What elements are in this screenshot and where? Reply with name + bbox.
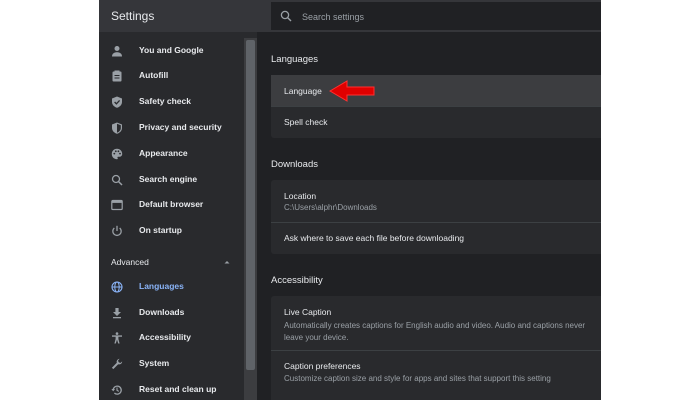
live-caption-row[interactable]: Live Caption Automatically creates capti…	[271, 296, 601, 348]
sidebar-item-label: Privacy and security	[139, 122, 222, 132]
sidebar-item-label: Safety check	[139, 96, 191, 106]
restore-icon	[111, 385, 122, 395]
top-bar: Settings	[99, 0, 601, 32]
sidebar-item-accessibility[interactable]: Accessibility	[99, 327, 244, 349]
sidebar-item-label: You and Google	[139, 45, 204, 55]
clipboard-icon	[112, 70, 122, 82]
sidebar-item-label: Reset and clean up	[139, 384, 217, 394]
languages-card: Language Spell check	[271, 75, 601, 138]
sidebar-item-appearance[interactable]: Appearance	[99, 143, 244, 165]
wrench-icon	[111, 358, 123, 370]
red-arrow-annotation-icon	[329, 80, 375, 102]
advanced-section-toggle[interactable]: Advanced	[99, 252, 244, 272]
spell-check-row-label: Spell check	[284, 117, 328, 127]
download-location-row[interactable]: Location C:\Users\alphr\Downloads	[271, 180, 601, 222]
caption-preferences-row[interactable]: Caption preferences Customize caption si…	[271, 351, 601, 391]
globe-icon	[111, 281, 123, 293]
sidebar-item-on-startup[interactable]: On startup	[99, 220, 244, 242]
search-input[interactable]	[300, 5, 584, 29]
sidebar-item-label: Languages	[139, 281, 184, 291]
palette-icon	[111, 148, 123, 160]
settings-window: Settings You and Google Autofill Safety …	[99, 0, 601, 400]
search-icon	[111, 174, 123, 186]
sidebar-item-autofill[interactable]: Autofill	[99, 65, 244, 87]
language-row-label: Language	[284, 86, 322, 96]
sidebar-item-languages[interactable]: Languages	[99, 276, 244, 298]
section-title-languages: Languages	[271, 54, 319, 65]
caption-preferences-label: Caption preferences	[284, 361, 361, 371]
sidebar-item-label: System	[139, 358, 170, 368]
search-box[interactable]	[271, 2, 601, 30]
accessibility-icon	[112, 332, 122, 344]
sidebar-item-label: Appearance	[139, 148, 188, 158]
sidebar-item-label: On startup	[139, 225, 182, 235]
sidebar-item-system[interactable]: System	[99, 353, 244, 375]
settings-main-panel: Languages Language Spell check Downloads…	[257, 32, 601, 400]
downloads-card: Location C:\Users\alphr\Downloads Ask wh…	[271, 180, 601, 254]
sidebar-item-privacy-and-security[interactable]: Privacy and security	[99, 117, 244, 139]
caption-preferences-description: Customize caption size and style for app…	[284, 374, 551, 383]
accessibility-card: Live Caption Automatically creates capti…	[271, 296, 601, 400]
section-title-accessibility: Accessibility	[271, 275, 323, 286]
person-icon	[112, 46, 122, 57]
sidebar-item-default-browser[interactable]: Default browser	[99, 194, 244, 216]
live-caption-description: Automatically creates captions for Engli…	[284, 321, 586, 342]
sidebar-item-search-engine[interactable]: Search engine	[99, 169, 244, 191]
sidebar-item-label: Autofill	[139, 70, 169, 80]
ask-where-to-save-row[interactable]: Ask where to save each file before downl…	[271, 223, 601, 254]
language-row[interactable]: Language	[271, 75, 601, 106]
app-title: Settings	[111, 9, 155, 23]
search-icon	[280, 10, 292, 22]
browser-window-icon	[111, 199, 123, 211]
download-location-path: C:\Users\alphr\Downloads	[284, 203, 377, 212]
download-location-label: Location	[284, 191, 317, 201]
spell-check-row[interactable]: Spell check	[271, 107, 601, 138]
live-caption-label: Live Caption	[284, 307, 332, 317]
chevron-up-icon	[224, 261, 230, 264]
power-icon	[112, 225, 122, 236]
sidebar-item-reset-and-clean-up[interactable]: Reset and clean up	[99, 379, 244, 400]
ask-where-to-save-label: Ask where to save each file before downl…	[284, 233, 465, 243]
sidebar-item-label: Default browser	[139, 199, 204, 209]
advanced-label: Advanced	[111, 257, 149, 267]
download-icon	[113, 308, 121, 319]
sidebar-item-downloads[interactable]: Downloads	[99, 302, 244, 324]
sidebar-item-you-and-google[interactable]: You and Google	[99, 40, 244, 62]
section-title-downloads: Downloads	[271, 159, 318, 170]
sidebar-item-label: Accessibility	[139, 332, 191, 342]
shield-lock-icon	[112, 122, 122, 134]
sidebar-item-label: Downloads	[139, 307, 185, 317]
sidebar-item-safety-check[interactable]: Safety check	[99, 91, 244, 113]
shield-check-icon	[112, 96, 122, 108]
sidebar-item-label: Search engine	[139, 174, 198, 184]
sidebar-scrollbar-thumb[interactable]	[246, 40, 255, 370]
